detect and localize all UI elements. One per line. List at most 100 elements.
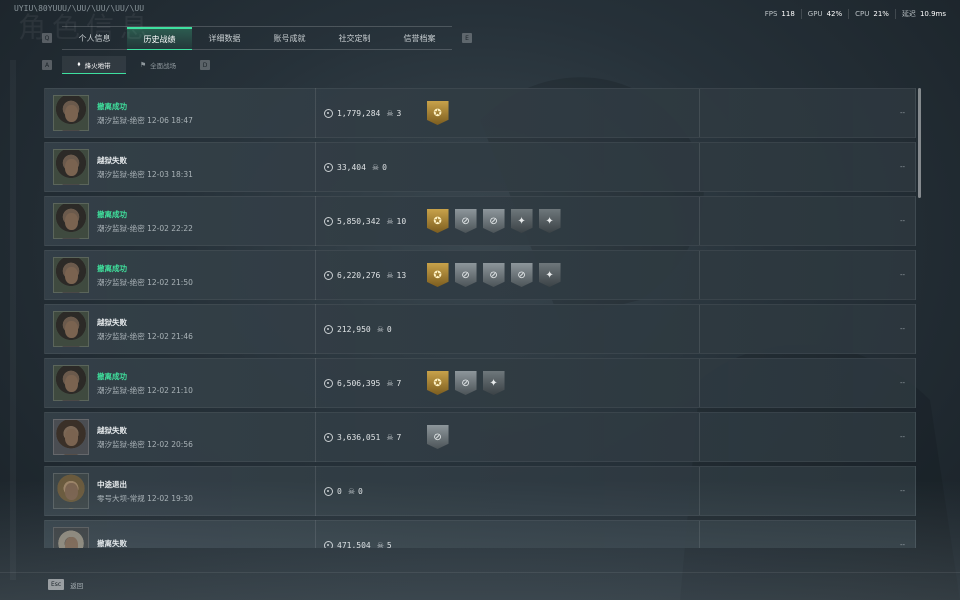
hud-item: 延迟 10.9ms	[894, 9, 952, 19]
coin-icon	[324, 162, 333, 172]
skull-icon: ☠	[386, 216, 394, 226]
dark-badge-icon[interactable]: ✦	[538, 209, 561, 233]
silver-badge-icon[interactable]: ⊘	[426, 425, 449, 449]
tab-0[interactable]: 个人信息	[62, 27, 127, 50]
match-row[interactable]: 撤离成功 潮汐监狱-绝密 12-06 18:47 1,779,284 ☠ 3 ✪ --	[44, 88, 916, 138]
match-extra-column: --	[699, 521, 915, 548]
map-icon: ⬧	[77, 60, 81, 68]
operator-avatar	[53, 419, 89, 455]
main-tab-bar: Q 个人信息 历史战绩 详细数据 账号成就 社交定制 信誉档案 E	[42, 26, 474, 50]
tab-2[interactable]: 详细数据	[192, 27, 257, 50]
match-extra-column: --	[699, 143, 915, 191]
match-extra-column: --	[699, 413, 915, 461]
operator-face	[65, 321, 78, 338]
match-row[interactable]: 撤离成功 潮汐监狱-绝密 12-02 21:50 6,220,276 ☠ 13 ✪ ⊘ ⊘ ⊘ ✦…	[44, 250, 916, 300]
match-extra-value: --	[899, 325, 906, 333]
coin-icon	[324, 270, 333, 280]
match-badges: ✪ ⊘ ⊘ ✦ ✦	[426, 209, 561, 233]
gold-badge-icon[interactable]: ✪	[426, 209, 449, 233]
performance-hud: FPS 118 GPU 42% CPU 21% 延迟 10.9ms	[759, 9, 952, 19]
silver-badge-icon[interactable]: ⊘	[482, 263, 505, 287]
tab-prev-key-hint[interactable]: Q	[42, 33, 52, 43]
match-row[interactable]: 越狱失败 潮汐监狱-绝密 12-02 20:56 3,636,051 ☠ 7 ⊘ --	[44, 412, 916, 462]
match-extra-value: --	[899, 433, 906, 441]
hud-value: 21%	[873, 10, 889, 18]
match-value: 6,220,276	[337, 270, 381, 280]
match-badges: ✪ ⊘ ✦	[426, 371, 505, 395]
match-result: 撤离成功	[97, 101, 127, 111]
match-kills: 5	[386, 540, 392, 549]
gold-badge-icon[interactable]: ✪	[426, 101, 449, 125]
operator-avatar	[53, 257, 89, 293]
match-extra-value: --	[899, 163, 906, 171]
coin-icon	[324, 324, 333, 334]
silver-badge-icon[interactable]: ⊘	[510, 263, 533, 287]
match-info: 越狱失败 潮汐监狱-绝密 12-02 20:56	[97, 425, 315, 450]
match-result: 撤离成功	[97, 209, 127, 219]
esc-key-hint[interactable]: Esc	[48, 579, 65, 590]
match-row[interactable]: 撤离成功 潮汐监狱-绝密 12-02 21:10 6,506,395 ☠ 7 ✪ ⊘ ✦ --	[44, 358, 916, 408]
gold-badge-icon[interactable]: ✪	[426, 263, 449, 287]
match-result: 撤离失败	[97, 539, 127, 548]
subtab-1[interactable]: ⚑ 全面战场	[126, 56, 190, 74]
subtab-label: 全面战场	[150, 62, 177, 70]
list-scrollbar[interactable]	[918, 88, 921, 198]
silver-badge-icon[interactable]: ⊘	[454, 371, 477, 395]
match-info: 越狱失败 潮汐监狱-绝密 12-03 18:31	[97, 155, 315, 180]
tab-5[interactable]: 信誉档案	[387, 27, 452, 50]
operator-avatar	[53, 311, 89, 347]
match-stats: 5,850,342 ☠ 10 ✪ ⊘ ⊘ ✦ ✦	[316, 197, 699, 245]
tab-3[interactable]: 账号成就	[257, 27, 322, 50]
match-map-time: 潮汐监狱-绝密 12-02 22:22	[97, 223, 193, 233]
bottom-divider	[0, 572, 960, 573]
tab-next-key-hint[interactable]: E	[462, 33, 472, 43]
hud-value: 10.9ms	[919, 10, 946, 18]
match-extra-column: --	[699, 467, 915, 515]
match-kills: 7	[396, 378, 402, 388]
hud-item: GPU 42%	[800, 9, 848, 19]
subtab-0[interactable]: ⬧ 烽火地带	[62, 56, 126, 74]
match-info: 越狱失败 潮汐监狱-绝密 12-02 21:46	[97, 317, 315, 342]
bottom-bar: Esc 返回	[48, 579, 83, 590]
match-result: 中途退出	[97, 479, 127, 489]
hud-value: 118	[781, 10, 795, 18]
skull-icon: ☠	[347, 486, 355, 496]
match-value: 1,779,284	[337, 108, 381, 118]
dark-badge-icon[interactable]: ✦	[510, 209, 533, 233]
match-row[interactable]: 撤离失败 471,504 ☠ 5 --	[44, 520, 916, 548]
match-stats: 212,950 ☠ 0	[316, 305, 699, 353]
match-info: 撤离成功 潮汐监狱-绝密 12-02 21:50	[97, 263, 315, 288]
silver-badge-icon[interactable]: ⊘	[454, 263, 477, 287]
match-kills: 10	[396, 216, 407, 226]
dark-badge-icon[interactable]: ✦	[482, 371, 505, 395]
skull-icon: ☠	[376, 540, 384, 549]
match-result: 撤离成功	[97, 371, 127, 381]
skull-icon: ☠	[386, 378, 394, 388]
match-info: 撤离成功潮汐监狱-绝密 12-02 21:10	[97, 371, 315, 396]
match-map-time: 零号大坝-常规 12-02 19:30	[97, 493, 193, 503]
match-history-list[interactable]: 撤离成功 潮汐监狱-绝密 12-06 18:47 1,779,284 ☠ 3 ✪ -- 越狱失…	[44, 88, 916, 548]
silver-badge-icon[interactable]: ⊘	[482, 209, 505, 233]
coin-icon	[324, 486, 333, 496]
gold-badge-icon[interactable]: ✪	[426, 371, 449, 395]
back-button[interactable]: 返回	[70, 580, 83, 590]
match-value: 6,506,395	[337, 378, 381, 388]
silver-badge-icon[interactable]: ⊘	[454, 209, 477, 233]
match-row[interactable]: 撤离成功 潮汐监狱-绝密 12-02 22:22 5,850,342 ☠ 10 ✪ ⊘ ⊘ ✦ ✦…	[44, 196, 916, 246]
tab-1[interactable]: 历史战绩	[127, 27, 192, 50]
match-map-time: 潮汐监狱-绝密 12-02 21:50	[97, 277, 193, 287]
match-stats: 33,404 ☠ 0	[316, 143, 699, 191]
tab-4[interactable]: 社交定制	[322, 27, 387, 50]
match-map-time: 潮汐监狱-绝密 12-02 21:10	[97, 385, 193, 395]
build-id-text: UYIU\80YUUU/\UU/\UU/\UU/\UU	[14, 4, 145, 13]
match-row[interactable]: 中途退出 零号大坝-常规 12-02 19:30 0 ☠ 0 --	[44, 466, 916, 516]
match-value: 0	[337, 486, 342, 496]
subtab-next-key-hint[interactable]: D	[200, 60, 210, 70]
match-row[interactable]: 越狱失败 潮汐监狱-绝密 12-02 21:46 212,950 ☠ 0 --	[44, 304, 916, 354]
hud-label: FPS	[764, 10, 778, 18]
skull-icon: ☠	[386, 108, 394, 118]
subtab-prev-key-hint[interactable]: A	[42, 60, 52, 70]
match-extra-column: --	[699, 197, 915, 245]
match-row[interactable]: 越狱失败 潮汐监狱-绝密 12-03 18:31 33,404 ☠ 0 --	[44, 142, 916, 192]
dark-badge-icon[interactable]: ✦	[538, 263, 561, 287]
